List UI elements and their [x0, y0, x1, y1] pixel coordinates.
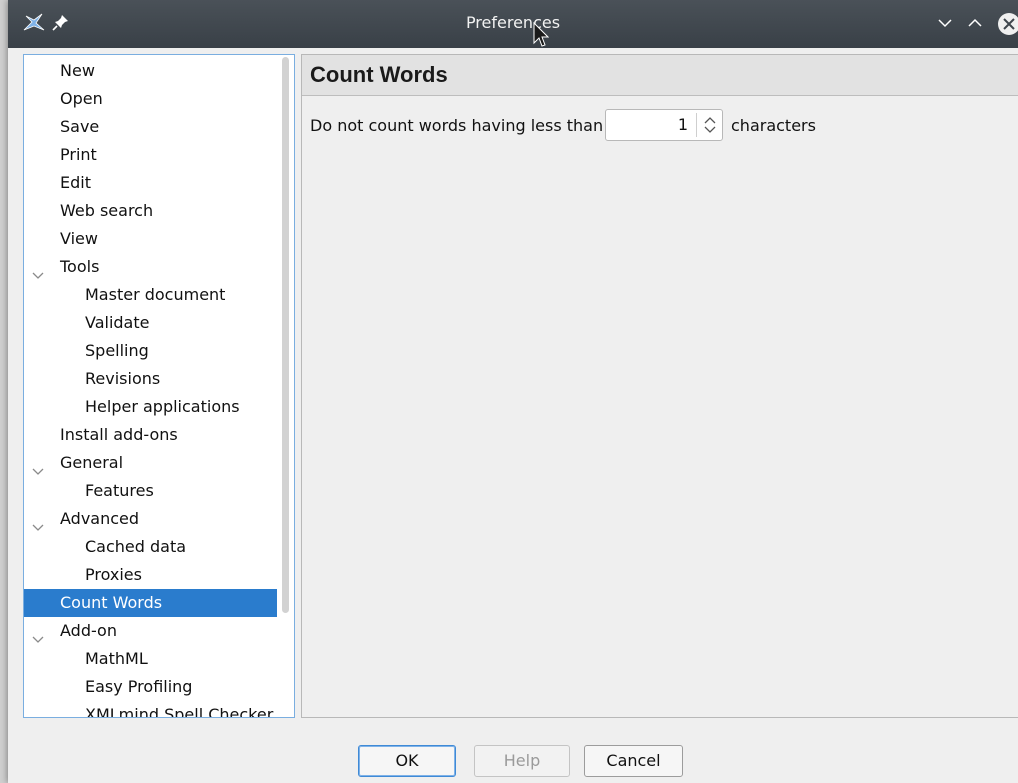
- window-title: Preferences: [465, 13, 561, 32]
- tree-item-label: General: [60, 453, 124, 472]
- tree-item[interactable]: New: [24, 57, 277, 85]
- tree-item[interactable]: Revisions: [24, 365, 277, 393]
- characters-unit-label: characters: [731, 116, 816, 135]
- tree-item[interactable]: Install add-ons: [24, 421, 277, 449]
- panel-title: Count Words: [310, 62, 448, 87]
- preferences-category-tree[interactable]: New Open Save Print Edit Web search View Tools M…: [23, 54, 295, 718]
- tree-item[interactable]: Proxies: [24, 561, 277, 589]
- tree-item-label: MathML: [85, 649, 148, 668]
- tree-scrollbar-thumb[interactable]: [282, 57, 289, 613]
- maximize-chevron-icon[interactable]: [966, 14, 984, 36]
- close-icon[interactable]: [998, 13, 1018, 35]
- tree-item[interactable]: Easy Profiling: [24, 673, 277, 701]
- tree-item[interactable]: Advanced: [24, 505, 277, 533]
- tree-item[interactable]: Features: [24, 477, 277, 505]
- panel-header: Count Words: [302, 55, 1018, 96]
- tree-item-label: Helper applications: [85, 397, 240, 416]
- preferences-panel: Count Words Do not count words having le…: [301, 54, 1018, 718]
- mouse-pointer-icon: [533, 21, 550, 52]
- help-button[interactable]: Help: [474, 745, 570, 777]
- spinbox-separator: [696, 113, 697, 137]
- tree-item-label: Cached data: [85, 537, 187, 556]
- minimize-chevron-icon[interactable]: [936, 14, 954, 36]
- tree-item-label: Master document: [85, 285, 226, 304]
- tree-item-label: Validate: [85, 313, 150, 332]
- min-chars-spinbox[interactable]: 1: [605, 109, 723, 141]
- tree-item-label: Tools: [60, 257, 100, 276]
- tree-item[interactable]: Add-on: [24, 617, 277, 645]
- tree-item-label: XMLmind Spell Checker: [85, 705, 274, 718]
- tree-item-label: View: [60, 229, 98, 248]
- tree-item[interactable]: Spelling: [24, 337, 277, 365]
- cancel-button[interactable]: Cancel: [584, 745, 683, 777]
- tree-item[interactable]: Master document: [24, 281, 277, 309]
- tree-item[interactable]: Tools: [24, 253, 277, 281]
- tree-item[interactable]: MathML: [24, 645, 277, 673]
- min-chars-label: Do not count words having less than: [310, 116, 604, 135]
- tree-item[interactable]: Validate: [24, 309, 277, 337]
- tree-item-label: New: [60, 61, 95, 80]
- tree-item-label: Edit: [60, 173, 91, 192]
- min-chars-value[interactable]: 1: [606, 115, 688, 134]
- preferences-window: Preferences New Open Save Print Edit Web sear…: [8, 0, 1018, 783]
- tree-item[interactable]: Edit: [24, 169, 277, 197]
- tree-item-label: Revisions: [85, 369, 161, 388]
- tree-item-label: Install add-ons: [60, 425, 178, 444]
- tree-item-label: Proxies: [85, 565, 142, 584]
- tree-item-label: Spelling: [85, 341, 149, 360]
- tree-item[interactable]: Helper applications: [24, 393, 277, 421]
- tree-item-label: Save: [60, 117, 100, 136]
- tree-item-label: Features: [85, 481, 154, 500]
- tree-item[interactable]: Web search: [24, 197, 277, 225]
- ok-button[interactable]: OK: [358, 745, 456, 777]
- tree-item-label: Easy Profiling: [85, 677, 193, 696]
- spin-up-down-icon[interactable]: [702, 116, 718, 138]
- tree-item[interactable]: Print: [24, 141, 277, 169]
- tree-item-label: Add-on: [60, 621, 117, 640]
- tree-item[interactable]: Cached data: [24, 533, 277, 561]
- tree-item[interactable]: View: [24, 225, 277, 253]
- tree-item[interactable]: Save: [24, 113, 277, 141]
- tree-item[interactable]: General: [24, 449, 277, 477]
- tree-item-label: Open: [60, 89, 103, 108]
- tree-item[interactable]: Count Words: [24, 589, 277, 617]
- tree-item-label: Advanced: [60, 509, 140, 528]
- title-bar[interactable]: Preferences: [8, 0, 1018, 48]
- tree-item-label: Count Words: [60, 593, 163, 612]
- tree-item-label: Print: [60, 145, 97, 164]
- tree-item-label: Web search: [60, 201, 154, 220]
- tree-scrollbar[interactable]: [282, 57, 290, 613]
- tree-item[interactable]: Open: [24, 85, 277, 113]
- tree-item[interactable]: XMLmind Spell Checker: [24, 701, 277, 718]
